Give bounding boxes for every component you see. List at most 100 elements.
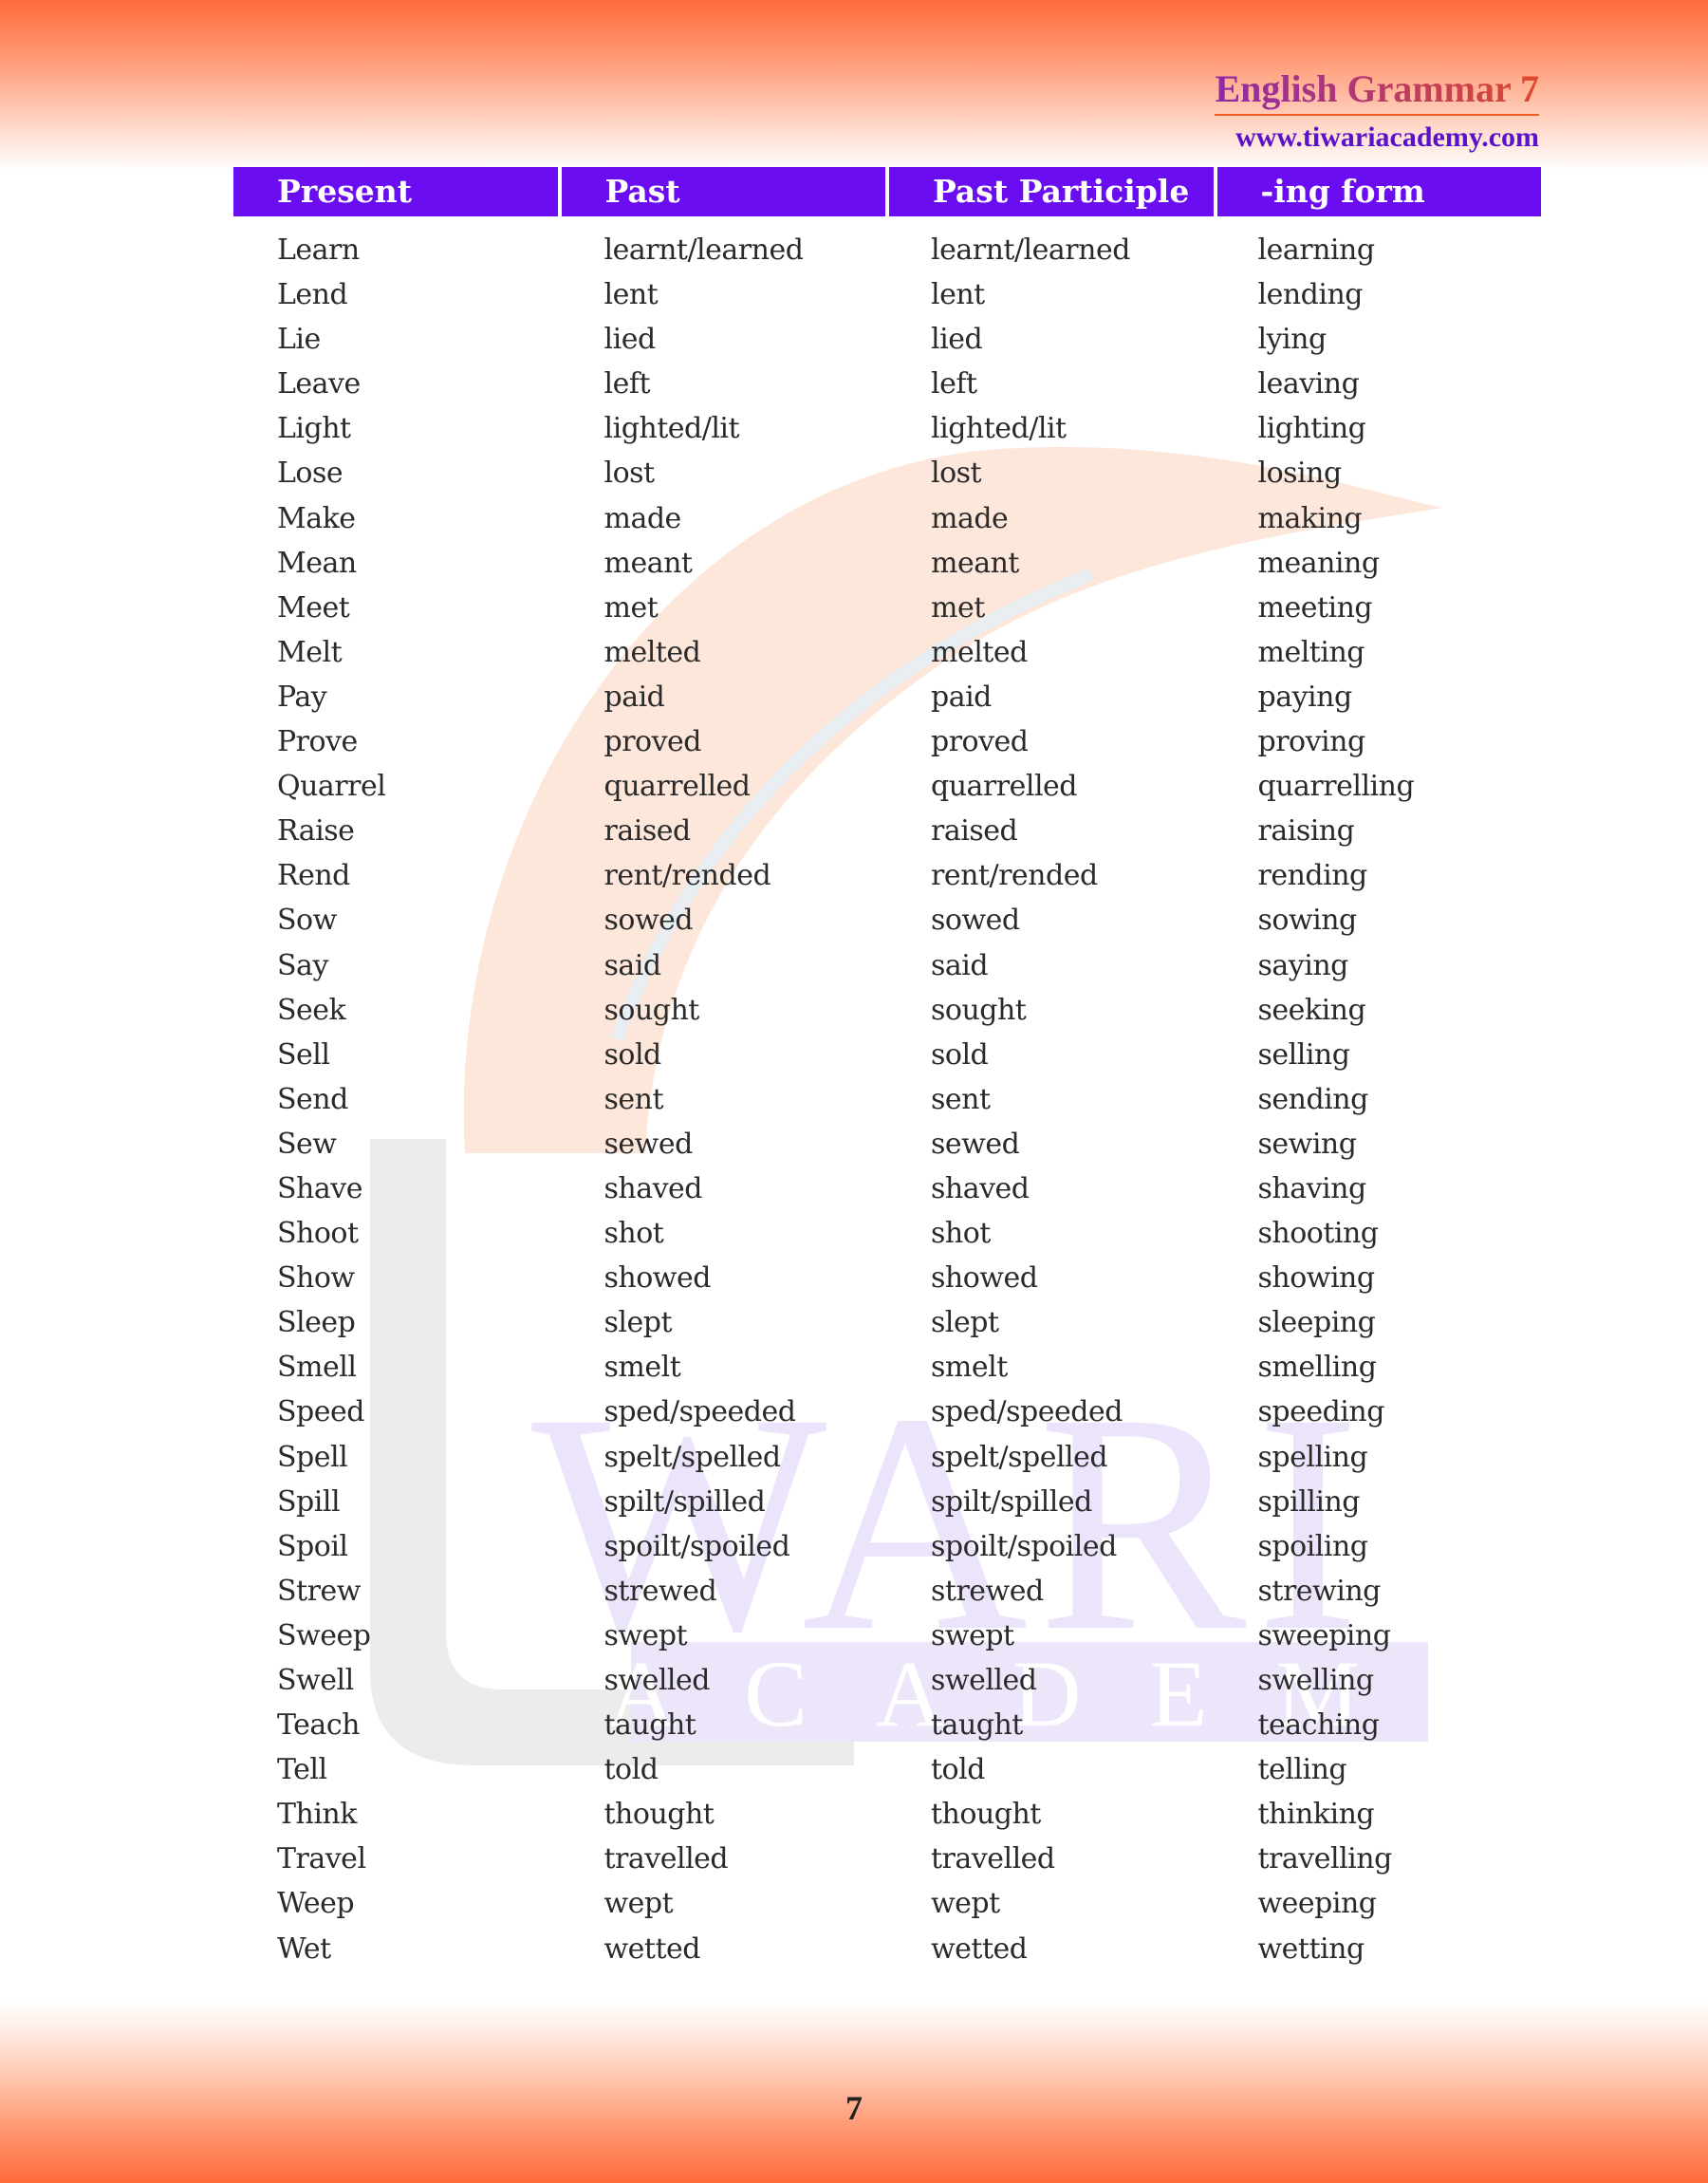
title-divider — [1215, 114, 1539, 116]
cell-past-participle: paid — [931, 680, 992, 714]
cell-past: taught — [603, 1708, 696, 1743]
cell-past-participle: shot — [931, 1217, 991, 1251]
website-link[interactable]: www.tiwariacademy.com — [1215, 121, 1539, 154]
cell-present: Sow — [277, 904, 337, 938]
table-header: Present Past Past Participle -ing form — [233, 167, 1541, 216]
table-row: Shoot shot shot shooting — [233, 1211, 1541, 1256]
cell-past: said — [603, 948, 662, 982]
cell-past: lighted/lit — [603, 412, 740, 446]
cell-ing-form: shaving — [1257, 1171, 1367, 1205]
table-row: Quarrel quarrelled quarrelled quarrelling — [233, 764, 1541, 809]
cell-past-participle: said — [931, 948, 989, 982]
cell-ing-form: wetting — [1257, 1931, 1365, 1966]
cell-ing-form: thinking — [1257, 1798, 1375, 1832]
cell-present: Raise — [277, 814, 355, 849]
cell-past: sold — [603, 1037, 662, 1072]
cell-ing-form: sowing — [1257, 904, 1358, 938]
cell-ing-form: meaning — [1257, 546, 1381, 580]
cell-past-participle: lighted/lit — [931, 412, 1067, 446]
cell-past-participle: learnt/learned — [931, 233, 1130, 267]
table-row: Melt melted melted melting — [233, 630, 1541, 675]
cell-present: Spell — [277, 1440, 348, 1474]
cell-present: Light — [277, 412, 351, 446]
cell-ing-form: spelling — [1257, 1440, 1368, 1474]
table-row: Lend lent lent lending — [233, 272, 1541, 317]
cell-past: left — [603, 367, 651, 401]
cell-past-participle: spelt/spelled — [931, 1440, 1108, 1474]
cell-ing-form: telling — [1257, 1753, 1347, 1787]
cell-ing-form: shooting — [1257, 1217, 1380, 1251]
cell-ing-form: teaching — [1257, 1708, 1380, 1743]
cell-present: Speed — [277, 1395, 364, 1429]
cell-present: Send — [277, 1082, 348, 1116]
table-row: Spoil spoilt/spoiled spoilt/spoiled spoilin… — [233, 1524, 1541, 1569]
cell-present: Lose — [277, 457, 343, 491]
cell-past: swept — [603, 1618, 688, 1652]
cell-past-participle: met — [931, 590, 985, 625]
cell-past: slept — [603, 1306, 673, 1340]
cell-past-participle: sought — [931, 993, 1027, 1027]
cell-present: Quarrel — [277, 770, 386, 804]
cell-ing-form: lending — [1257, 278, 1364, 312]
cell-ing-form: quarrelling — [1257, 770, 1415, 804]
table-row: Lose lost lost losing — [233, 451, 1541, 495]
table-row: Think thought thought thinking — [233, 1792, 1541, 1837]
table-row: Send sent sent sending — [233, 1077, 1541, 1122]
table-row: Swell swelled swelled swelling — [233, 1658, 1541, 1703]
cell-past-participle: showed — [931, 1261, 1038, 1296]
cell-past-participle: meant — [931, 546, 1019, 580]
cell-past-participle: proved — [931, 725, 1029, 759]
cell-past: wetted — [603, 1931, 701, 1966]
brand-header: English Grammar 7 www.tiwariacademy.com — [1215, 66, 1539, 154]
cell-past: swelled — [603, 1664, 711, 1697]
table-row: Raise raised raised raising — [233, 809, 1541, 853]
cell-ing-form: selling — [1257, 1037, 1350, 1072]
cell-past: met — [603, 590, 659, 625]
table-row: Strew strewed strewed strewing — [233, 1569, 1541, 1614]
cell-present: Lend — [277, 278, 348, 312]
cell-present: Show — [277, 1261, 355, 1296]
cell-past-participle: sent — [931, 1082, 991, 1116]
table-row: Lie lied lied lying — [233, 317, 1541, 362]
cell-past: sought — [603, 993, 700, 1027]
cell-past: paid — [603, 680, 665, 714]
cell-present: Smell — [277, 1351, 357, 1385]
cell-ing-form: lighting — [1257, 412, 1366, 446]
cell-present: Lie — [277, 323, 321, 357]
table-row: Sell sold sold selling — [233, 1033, 1541, 1077]
table-row: Show showed showed showing — [233, 1256, 1541, 1300]
cell-present: Pay — [277, 680, 327, 714]
table-row: Leave left left leaving — [233, 362, 1541, 406]
cell-past-participle: melted — [931, 635, 1028, 669]
table-row: Sow sowed sowed sowing — [233, 898, 1541, 942]
table-row: Light lighted/lit lighted/lit lighting — [233, 406, 1541, 451]
table-row: Smell smelt smelt smelling — [233, 1345, 1541, 1390]
cell-past: spoilt/spoiled — [603, 1529, 790, 1563]
cell-past: meant — [603, 546, 693, 580]
cell-present: Meet — [277, 590, 350, 625]
cell-ing-form: travelling — [1257, 1842, 1393, 1876]
cell-present: Sew — [277, 1127, 337, 1161]
cell-past: showed — [603, 1261, 712, 1296]
cell-ing-form: sleeping — [1257, 1306, 1376, 1340]
cell-ing-form: showing — [1257, 1261, 1376, 1296]
cell-past: lied — [603, 323, 657, 357]
table-row: Mean meant meant meaning — [233, 541, 1541, 586]
cell-past: thought — [603, 1798, 715, 1832]
cell-present: Shoot — [277, 1217, 359, 1251]
cell-present: Teach — [277, 1708, 360, 1743]
cell-past: rent/rended — [603, 859, 771, 893]
cell-past: travelled — [603, 1842, 729, 1876]
table-row: Sew sewed sewed sewing — [233, 1122, 1541, 1166]
cell-present: Mean — [277, 546, 357, 580]
cell-ing-form: spilling — [1257, 1484, 1361, 1519]
cell-past-participle: travelled — [931, 1842, 1055, 1876]
table-row: Tell told told telling — [233, 1747, 1541, 1792]
cell-present: Swell — [277, 1664, 354, 1697]
cell-ing-form: rending — [1257, 859, 1368, 893]
cell-past-participle: quarrelled — [931, 770, 1077, 804]
cell-ing-form: saying — [1257, 948, 1349, 982]
table-row: Speed sped/speeded sped/speeded speeding — [233, 1390, 1541, 1434]
cell-ing-form: losing — [1257, 457, 1343, 491]
cell-past-participle: spilt/spilled — [931, 1484, 1092, 1519]
